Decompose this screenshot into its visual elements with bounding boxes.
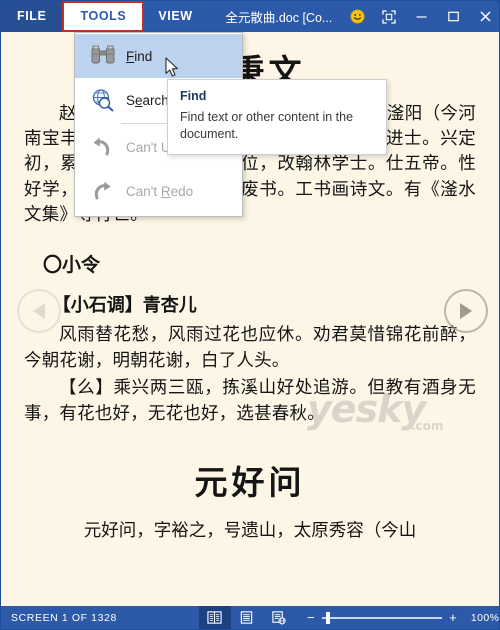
window-controls xyxy=(341,1,499,32)
document-heading-yuan-haowen: 元好问 xyxy=(194,462,306,502)
menu-accel-f: F xyxy=(126,48,135,64)
document-title: 全元散曲.doc [Co... xyxy=(225,11,333,25)
menu-item-find-rest: ind xyxy=(134,48,153,64)
read-mode-view-button[interactable] xyxy=(198,606,231,629)
close-icon[interactable] xyxy=(469,1,499,32)
screen-counter: SCREEN 1 OF 1328 xyxy=(11,611,117,624)
menu-item-find[interactable]: Find xyxy=(75,34,242,78)
menu-accel-e: e xyxy=(135,92,143,108)
zoom-control: − + xyxy=(305,610,459,625)
undo-arrow-icon xyxy=(86,136,120,158)
document-paragraph-verse-2: 【么】乘兴两三瓯，拣溪山好处追游。但教有酒身无事，有花也好，无花也好，选甚春秋。 xyxy=(24,378,476,424)
zoom-percentage: 100% xyxy=(470,611,500,624)
feedback-smiley-icon[interactable] xyxy=(341,1,373,32)
tab-view[interactable]: VIEW xyxy=(144,1,206,32)
document-subheading-qingxinger: 【小石调】青杏儿 xyxy=(52,295,197,317)
menu-redo-pre: Can't xyxy=(126,183,161,199)
menu-item-redo-label: Can't Redo xyxy=(120,184,193,199)
web-page-icon xyxy=(272,611,287,625)
next-page-button[interactable] xyxy=(444,289,488,333)
tab-file[interactable]: FILE xyxy=(1,1,63,32)
zoom-out-button[interactable]: − xyxy=(305,610,317,625)
tab-tools[interactable]: TOOLS xyxy=(62,1,145,32)
document-paragraph-bio-2: 元好问，字裕之，号遗山，太原秀容（今山 xyxy=(83,520,417,541)
page-icon xyxy=(241,611,253,624)
restore-icon[interactable] xyxy=(437,1,469,32)
document-paragraph-verse-1: 风雨替花愁，风雨过花也应休。劝君莫惜锦花前醉，今朝花谢，明朝花谢，白了人头。 xyxy=(24,325,476,371)
zoom-in-button[interactable]: + xyxy=(447,610,459,625)
globe-search-icon xyxy=(86,88,120,112)
web-layout-view-button[interactable] xyxy=(263,606,295,629)
menu-undo-pre: Can't U xyxy=(126,139,171,155)
minimize-icon[interactable] xyxy=(405,1,437,32)
document-section-xiaoling: 〇小令 xyxy=(43,254,101,277)
title-bar: FILE TOOLS VIEW 全元散曲.doc [Co... xyxy=(1,1,499,32)
menu-search-pre: S xyxy=(126,92,136,108)
menu-accel-r: R xyxy=(160,183,171,199)
book-icon xyxy=(207,611,223,624)
view-mode-buttons xyxy=(198,606,295,629)
tooltip-body: Find text or other content in the docume… xyxy=(180,110,354,141)
zoom-slider-track[interactable] xyxy=(321,611,442,624)
menu-item-redo: Can't Redo xyxy=(75,169,242,213)
menu-redo-post: edo xyxy=(170,183,194,199)
status-bar: SCREEN 1 OF 1328 − + 100% xyxy=(1,606,500,629)
zoom-slider-thumb[interactable] xyxy=(325,611,330,624)
previous-page-button[interactable] xyxy=(17,289,61,333)
binoculars-icon xyxy=(86,45,120,67)
fullscreen-icon[interactable] xyxy=(373,1,405,32)
tooltip-title: Find xyxy=(180,89,207,103)
redo-arrow-icon xyxy=(86,180,120,202)
menu-item-find-label: Find xyxy=(120,49,152,64)
find-tooltip: Find Find text or other content in the d… xyxy=(167,79,387,155)
chevron-right-icon xyxy=(460,303,472,319)
chevron-left-icon xyxy=(33,303,45,319)
print-layout-view-button[interactable] xyxy=(231,606,263,629)
word-read-mode-window: 赵秉文 赵秉文（一一五九~一二三二），金末元初滏阳（今河南宝丰县南）人，字周臣，… xyxy=(0,0,500,630)
